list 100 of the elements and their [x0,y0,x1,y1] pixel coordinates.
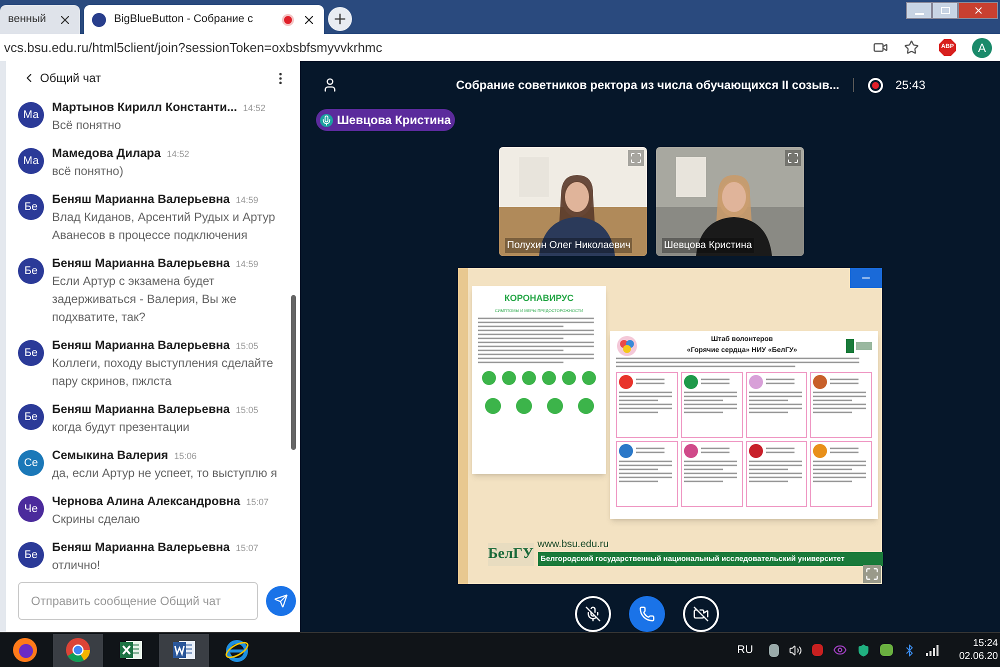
shield-icon[interactable] [857,644,870,656]
user-avatar: Се [18,450,44,476]
phone-button[interactable] [629,596,665,632]
user-avatar: Бе [18,404,44,430]
text-lines-drawing [636,378,666,386]
language-indicator[interactable]: RU [737,642,754,658]
chat-back-button[interactable]: Общий чат [22,69,101,87]
taskbar-app[interactable] [53,634,103,666]
address-field[interactable]: vcs.bsu.edu.ru/html5client/join?sessionToken=oxbsbfsmyvvkrhmc [4,38,873,58]
message-time: 15:07 [236,542,258,555]
message-text: всё понятно) [52,163,124,180]
chrome-icon [65,637,91,663]
scrollbar[interactable] [291,295,296,450]
sender-name: Мамедова Дилара [52,145,161,162]
fullscreen-icon[interactable] [785,150,801,166]
sender-name: Беняш Марианна Валерьевна [52,255,230,272]
talking-indicator: Шевцова Кристина [316,109,455,131]
taskbar-app[interactable] [159,634,209,666]
browser-e-icon [224,637,250,663]
meeting-title: Собрание советников ректора из числа обучающихся II созыв... [456,77,840,94]
message-text: Влад Киданов, Арсентий Рудых и Артур Аванесов в процессе подключения [52,209,276,244]
microphone-off-icon [585,606,601,622]
text-lines-drawing [636,446,666,454]
fullscreen-icon[interactable] [863,564,881,582]
message-time: 14:59 [236,258,258,271]
microphone-icon [320,114,333,126]
browser-tab[interactable]: венный [0,5,80,34]
tab-title: BigBlueButton - Собрание с [114,12,254,28]
tab-title: венный [8,12,48,28]
bookmark-star-icon[interactable] [904,40,919,55]
message-time: 15:06 [174,450,197,463]
message-time: 15:07 [246,496,269,509]
text-lines-drawing [700,446,731,454]
poster-title: КОРОНАВИРУС [504,292,574,304]
sender-name: Беняш Марианна Валерьевна [52,539,230,556]
close-icon [972,5,984,16]
sender-name: Беняш Марианна Валерьевна [52,191,230,208]
users-icon[interactable] [322,77,338,93]
volunteer-emblem-icon [619,444,633,458]
sender-name: Семыкина Валерия [52,447,168,464]
text-lines-drawing [619,390,675,414]
text-lines-drawing [766,378,796,386]
message-text: Если Артур с экзамена будет задерживаться - Валерия, Вы же подхватите, так? [52,273,238,326]
sender-name: Чернова Алина Александровна [52,493,240,510]
minimize-presentation-button[interactable] [850,268,882,288]
sender-name: Беняш Марианна Валерьевна [52,337,230,354]
camera-off-icon [693,606,709,622]
text-lines-drawing [766,446,796,454]
clock-date[interactable]: 02.06.20 [959,650,998,663]
signal-icon[interactable] [926,644,940,656]
user-avatar: Бе [18,258,44,284]
message-text: отлично! [52,557,102,570]
message-text: Всё понятно [52,117,122,134]
message-text: да, если Артур не успеет, то выступлю я [52,465,278,482]
user-avatar: Ма [18,102,44,128]
message-time: 14:52 [166,148,190,161]
new-tab-button[interactable] [328,7,352,31]
phone-icon [639,606,655,622]
volunteer-emblem-icon [813,444,828,458]
message-time: 15:05 [236,404,258,417]
send-icon [274,594,288,608]
university-logo-icon [846,338,872,352]
text-lines-drawing [700,378,731,386]
minimize-icon[interactable] [906,2,932,19]
message-text: Скрины сделаю [52,511,141,528]
text-lines-drawing [813,460,869,484]
university-logo: БелГУ [488,543,534,566]
message-text: Коллеги, походу выступления сделайте пару скринов, пжлста [52,355,274,390]
plus-icon [332,11,348,27]
recording-indicator-icon[interactable] [868,78,884,92]
message-input-field[interactable]: Отправить сообщение Общий чат [18,582,258,620]
user-avatar: Че [18,496,44,522]
maximize-icon[interactable] [932,2,958,19]
message-time: 14:59 [236,194,258,207]
message-time: 15:05 [236,340,258,353]
text-lines-drawing [748,390,804,414]
clock-time[interactable]: 15:24 [972,637,998,650]
user-avatar: Ма [18,148,44,174]
text-lines-drawing [813,390,869,414]
volume-icon[interactable] [789,644,802,656]
volunteer-emblem-icon [748,444,762,458]
website-url: www.bsu.edu.ru [538,538,610,552]
browser-tab[interactable]: BigBlueButton - Собрание с [84,5,324,34]
eye-icon[interactable] [833,643,848,657]
text-lines-drawing [684,390,740,414]
message-text: когда будут презентации [52,419,191,436]
text-lines-drawing [830,378,860,386]
participant-name: Шевцова Кристина [662,238,754,252]
profile-avatar[interactable]: A [972,38,992,58]
send-button[interactable] [266,586,296,616]
text-lines-drawing [748,460,804,484]
window-close-button[interactable] [958,2,998,19]
text-lines-drawing [830,446,860,454]
volunteer-emblem-icon [813,374,828,388]
camera-icon[interactable] [873,40,888,55]
participant-name: Полухин Олег Николаевич [505,238,632,252]
volunteer-emblem-icon [619,374,633,388]
volunteer-emblem-icon [684,444,698,458]
firefox-icon [12,637,38,663]
message-time: 14:52 [243,102,266,115]
